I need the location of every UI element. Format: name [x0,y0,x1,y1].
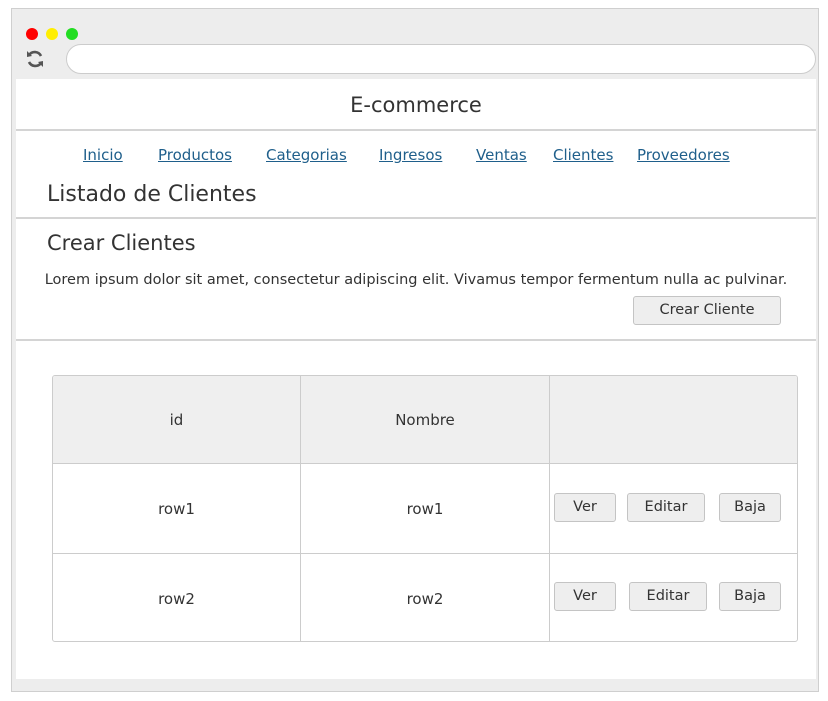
site-title: E-commerce [350,93,482,117]
cell-id: row2 [53,554,301,641]
delete-button[interactable]: Baja [719,493,781,522]
view-button[interactable]: Ver [554,493,616,522]
clients-table: id Nombre row1 row1 Ver Editar Baja row2… [52,375,798,642]
title-divider [16,217,816,219]
nav-link-categorias[interactable]: Categorias [266,146,347,164]
nav-link-ventas[interactable]: Ventas [476,146,527,164]
nav-link-clientes[interactable]: Clientes [553,146,613,164]
view-button[interactable]: Ver [554,582,616,611]
nav-link-productos[interactable]: Productos [158,146,232,164]
reload-icon[interactable] [24,48,46,70]
create-description: Lorem ipsum dolor sit amet, consectetur … [44,272,788,288]
browser-window: E-commerce Inicio Productos Categorias I… [11,8,819,692]
create-divider [16,339,816,341]
delete-button[interactable]: Baja [719,582,781,611]
edit-button[interactable]: Editar [629,582,707,611]
nav-link-proveedores[interactable]: Proveedores [637,146,730,164]
row-actions: Ver Editar Baja [550,554,797,641]
column-header-id: id [53,376,301,464]
create-section-title: Crear Clientes [47,231,196,255]
column-header-nombre: Nombre [301,376,550,464]
cell-nombre: row1 [301,464,550,554]
create-client-button[interactable]: Crear Cliente [633,296,781,325]
row-actions: Ver Editar Baja [550,464,797,554]
cell-nombre: row2 [301,554,550,641]
maximize-window-icon[interactable] [66,28,78,40]
edit-button[interactable]: Editar [627,493,705,522]
column-header-actions [550,376,797,464]
page-content: E-commerce Inicio Productos Categorias I… [16,79,816,679]
nav-link-inicio[interactable]: Inicio [83,146,123,164]
page-title: Listado de Clientes [47,182,257,207]
cell-id: row1 [53,464,301,554]
address-bar[interactable] [66,44,816,74]
nav-link-ingresos[interactable]: Ingresos [379,146,442,164]
header-divider [16,129,816,131]
close-window-icon[interactable] [26,28,38,40]
minimize-window-icon[interactable] [46,28,58,40]
